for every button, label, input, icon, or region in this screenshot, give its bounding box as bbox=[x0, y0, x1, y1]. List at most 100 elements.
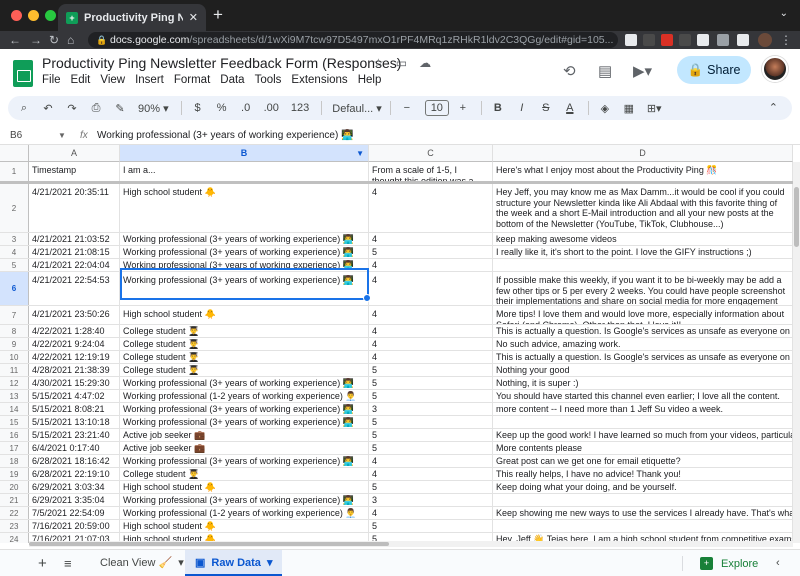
table-cell[interactable]: Hey Jeff, you may know me as Max Damm...… bbox=[493, 184, 793, 232]
vertical-scrollbar[interactable] bbox=[793, 162, 800, 543]
row-number[interactable]: 16 bbox=[0, 429, 29, 441]
table-cell[interactable]: Active job seeker 💼 bbox=[120, 429, 369, 441]
menu-edit[interactable]: Edit bbox=[71, 74, 91, 86]
table-row[interactable]: 11 4/28/2021 21:38:39 College student 👨‍🎓 5… bbox=[0, 364, 800, 377]
table-cell[interactable] bbox=[493, 494, 793, 506]
table-row[interactable]: 8 4/22/2021 1:28:40 College student 👨‍🎓 4 Th… bbox=[0, 325, 800, 338]
table-cell[interactable] bbox=[493, 259, 793, 271]
table-cell[interactable]: This is actually a question. Is Google's… bbox=[493, 325, 793, 337]
italic-button[interactable]: I bbox=[516, 102, 528, 114]
meet-camera-icon[interactable]: ▶▾ bbox=[633, 62, 652, 80]
table-cell[interactable]: 5 bbox=[369, 390, 493, 402]
row-number[interactable]: 13 bbox=[0, 390, 29, 402]
table-row[interactable]: 20 6/29/2021 3:03:34 High school student 🐥… bbox=[0, 481, 800, 494]
menu-view[interactable]: View bbox=[100, 74, 125, 86]
table-row[interactable]: 19 6/28/2021 22:19:10 College student 👨‍🎓 4… bbox=[0, 468, 800, 481]
table-row[interactable]: 6 4/21/2021 22:54:53 Working professional … bbox=[0, 272, 800, 306]
close-window-button[interactable] bbox=[11, 10, 22, 21]
table-row[interactable]: 9 4/22/2021 9:24:04 College student 👨‍🎓 4 No… bbox=[0, 338, 800, 351]
sheets-logo-icon[interactable] bbox=[13, 60, 33, 87]
menu-data[interactable]: Data bbox=[220, 74, 244, 86]
table-cell[interactable]: Working professional (3+ years of workin… bbox=[120, 272, 369, 305]
table-cell[interactable]: Working professional (3+ years of workin… bbox=[120, 246, 369, 258]
collapse-toolbar-icon[interactable]: ⌃ bbox=[769, 96, 778, 120]
table-cell[interactable]: 6/28/2021 18:16:42 bbox=[29, 455, 120, 467]
table-cell[interactable]: College student 👨‍🎓 bbox=[120, 325, 369, 337]
table-cell[interactable]: College student 👨‍🎓 bbox=[120, 351, 369, 363]
table-cell[interactable]: 4 bbox=[369, 233, 493, 245]
table-cell[interactable]: 4 bbox=[369, 468, 493, 480]
browser-menu-icon[interactable]: ⋮ bbox=[780, 31, 792, 49]
close-tab-icon[interactable]: ✕ bbox=[189, 11, 198, 24]
url-field[interactable]: 🔒 docs.google.com/spreadsheets/d/1wXi9M7… bbox=[88, 32, 618, 48]
table-cell[interactable]: 4/21/2021 23:50:26 bbox=[29, 306, 120, 324]
table-cell[interactable]: 4 bbox=[369, 338, 493, 350]
bold-button[interactable]: B bbox=[492, 102, 504, 114]
table-cell[interactable]: Working professional (3+ years of workin… bbox=[120, 416, 369, 428]
table-row[interactable]: 10 4/22/2021 12:19:19 College student 👨‍🎓 4… bbox=[0, 351, 800, 364]
share-button[interactable]: 🔒 Share bbox=[677, 56, 751, 84]
header-row[interactable]: 1 Timestamp I am a... From a scale of 1-5, … bbox=[0, 162, 800, 184]
table-cell[interactable]: Nothing your good bbox=[493, 364, 793, 376]
extension-icon[interactable] bbox=[679, 34, 691, 46]
column-title-cell[interactable]: From a scale of 1-5, I thought this edit… bbox=[369, 162, 493, 181]
table-cell[interactable]: 5 bbox=[369, 377, 493, 389]
back-icon[interactable]: ← bbox=[9, 31, 21, 49]
table-row[interactable]: 14 5/15/2021 8:08:21 Working professional … bbox=[0, 403, 800, 416]
increase-decimal-button[interactable]: .00 bbox=[264, 102, 279, 114]
name-box[interactable]: B6 bbox=[10, 127, 22, 145]
table-cell[interactable]: 4/21/2021 22:04:04 bbox=[29, 259, 120, 271]
table-cell[interactable]: 4/28/2021 21:38:39 bbox=[29, 364, 120, 376]
table-cell[interactable]: 6/29/2021 3:03:34 bbox=[29, 481, 120, 493]
table-cell[interactable]: 3 bbox=[369, 403, 493, 415]
table-cell[interactable]: Keep doing what your doing, and be yours… bbox=[493, 481, 793, 493]
row-number[interactable]: 8 bbox=[0, 325, 29, 337]
table-row[interactable]: 17 6/4/2021 0:17:40 Active job seeker 💼 5 Mo… bbox=[0, 442, 800, 455]
table-cell[interactable]: 3 bbox=[369, 494, 493, 506]
row-number[interactable]: 21 bbox=[0, 494, 29, 506]
row-number[interactable]: 22 bbox=[0, 507, 29, 519]
table-cell[interactable]: High school student 🐥 bbox=[120, 481, 369, 493]
table-cell[interactable]: 4 bbox=[369, 306, 493, 324]
menu-format[interactable]: Format bbox=[174, 74, 210, 86]
scrollbar-thumb[interactable] bbox=[29, 542, 389, 546]
column-title-cell[interactable]: I am a... bbox=[120, 162, 369, 181]
menu-tools[interactable]: Tools bbox=[255, 74, 282, 86]
column-header-c[interactable]: C bbox=[369, 145, 493, 162]
table-cell[interactable]: 5 bbox=[369, 429, 493, 441]
undo-icon[interactable]: ↶ bbox=[42, 102, 54, 115]
column-title-cell[interactable]: Here's what I enjoy most about the Produ… bbox=[493, 162, 793, 181]
maximize-window-button[interactable] bbox=[45, 10, 56, 21]
row-number[interactable]: 18 bbox=[0, 455, 29, 467]
table-cell[interactable]: College student 👨‍🎓 bbox=[120, 468, 369, 480]
table-row[interactable]: 22 7/5/2021 22:54:09 Working professional … bbox=[0, 507, 800, 520]
menu-file[interactable]: File bbox=[42, 74, 61, 86]
table-row[interactable]: 21 6/29/2021 3:35:04 Working professional … bbox=[0, 494, 800, 507]
table-cell[interactable]: 7/16/2021 20:59:00 bbox=[29, 520, 120, 532]
table-cell[interactable]: College student 👨‍🎓 bbox=[120, 338, 369, 350]
sheet-tab-menu-icon[interactable]: ▾ bbox=[267, 550, 273, 574]
table-cell[interactable] bbox=[493, 416, 793, 428]
table-cell[interactable]: 5/15/2021 4:47:02 bbox=[29, 390, 120, 402]
decrease-font-size-icon[interactable]: − bbox=[401, 102, 413, 114]
table-cell[interactable]: 5 bbox=[369, 520, 493, 532]
minimize-window-button[interactable] bbox=[28, 10, 39, 21]
row-number[interactable]: 20 bbox=[0, 481, 29, 493]
table-cell[interactable]: 4 bbox=[369, 184, 493, 232]
all-sheets-icon[interactable]: ≡ bbox=[64, 550, 72, 576]
table-cell[interactable]: 4 bbox=[369, 325, 493, 337]
table-cell[interactable]: Nothing, it is super :) bbox=[493, 377, 793, 389]
sheet-tab-raw-data[interactable]: ▣ Raw Data ▾ bbox=[185, 550, 283, 576]
row-number[interactable]: 4 bbox=[0, 246, 29, 258]
comments-icon[interactable]: ▤ bbox=[598, 62, 612, 80]
table-cell[interactable]: Working professional (3+ years of workin… bbox=[120, 259, 369, 271]
formula-input[interactable]: Working professional (3+ years of workin… bbox=[97, 127, 354, 145]
table-cell[interactable]: 5/15/2021 13:10:18 bbox=[29, 416, 120, 428]
table-cell[interactable]: You should have started this channel eve… bbox=[493, 390, 793, 402]
table-cell[interactable]: 4/21/2021 20:35:11 bbox=[29, 184, 120, 232]
table-cell[interactable]: 5/15/2021 8:08:21 bbox=[29, 403, 120, 415]
zoom-select[interactable]: 90% ▾ bbox=[138, 102, 169, 115]
paint-format-icon[interactable]: ✎ bbox=[114, 102, 126, 115]
row-number[interactable]: 1 bbox=[0, 162, 29, 181]
name-box-dropdown-icon[interactable]: ▼ bbox=[58, 127, 66, 145]
